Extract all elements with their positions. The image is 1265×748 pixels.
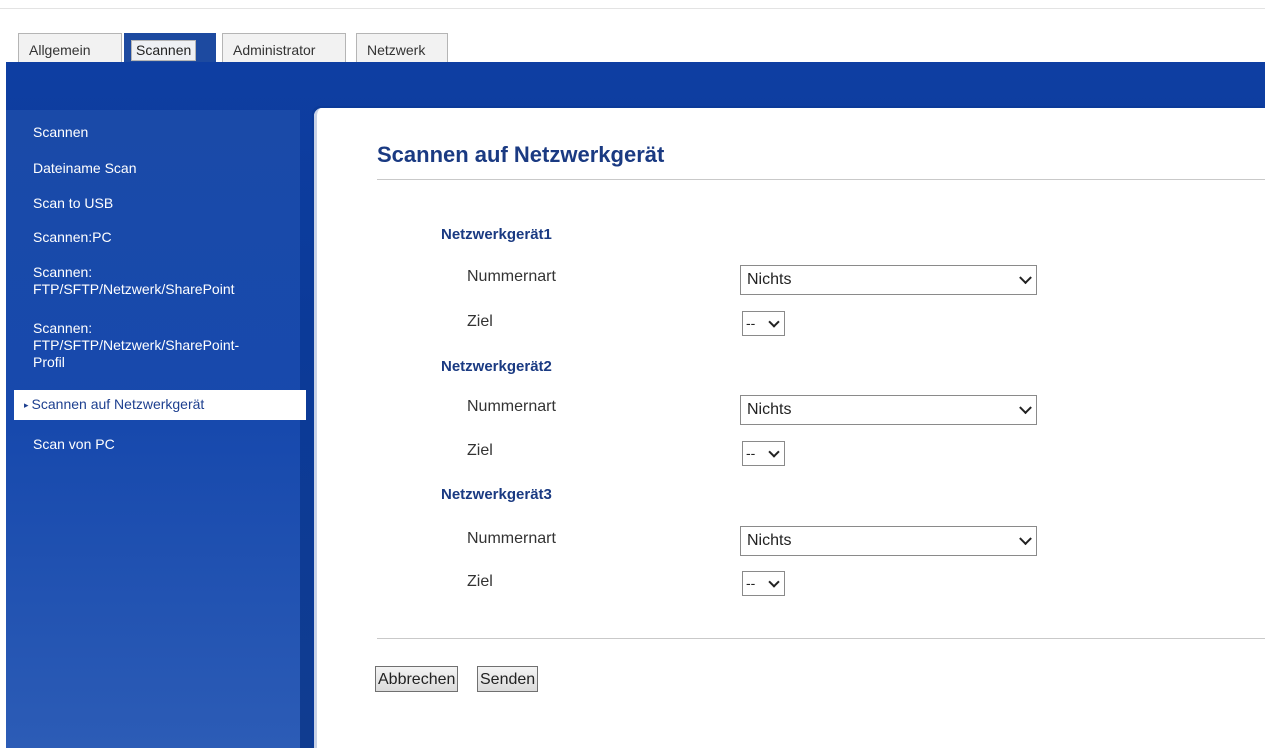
chevron-down-icon xyxy=(768,445,780,458)
target-select-2[interactable]: -- xyxy=(742,441,785,466)
number-type-select-1[interactable]: Nichts xyxy=(740,265,1037,295)
select-value: Nichts xyxy=(747,271,792,288)
select-value: -- xyxy=(746,445,756,461)
sidebar-item-scannen-auf-netzwerkgeraet[interactable]: ▸ Scannen auf Netzwerkgerät xyxy=(14,390,306,420)
select-value: Nichts xyxy=(747,532,792,549)
number-type-label: Nummernart xyxy=(467,530,556,547)
tab-label: Scannen xyxy=(131,40,197,61)
target-label: Ziel xyxy=(467,442,493,459)
sidebar-item-label: Scan von PC xyxy=(33,436,115,452)
target-label: Ziel xyxy=(467,313,493,330)
sidebar-item-scannen-pc[interactable]: Scannen:PC xyxy=(33,229,295,246)
chevron-down-icon xyxy=(768,575,780,588)
content-inner: Scannen auf Netzwerkgerät Netzwerkgerät1… xyxy=(314,108,1265,748)
chevron-down-icon xyxy=(1019,532,1032,546)
number-type-select-2[interactable]: Nichts xyxy=(740,395,1037,425)
caret-right-icon: ▸ xyxy=(24,400,29,410)
sidebar-item-label: Scannen auf Netzwerkgerät xyxy=(31,396,205,412)
number-type-label: Nummernart xyxy=(467,268,556,285)
section-heading-netzwerkgeraet2: Netzwerkgerät2 xyxy=(441,358,552,375)
number-type-select-3[interactable]: Nichts xyxy=(740,526,1037,556)
page: Allgemein Scannen Administrator Netzwerk… xyxy=(0,0,1265,748)
sidebar-item-scannen-ftp[interactable]: Scannen: FTP/SFTP/Netzwerk/SharePoint xyxy=(33,264,295,298)
sidebar-item-label-line2: FTP/SFTP/Netzwerk/SharePoint- xyxy=(33,337,240,353)
select-value: -- xyxy=(746,315,756,331)
sidebar-item-scannen[interactable]: Scannen xyxy=(33,124,295,141)
sidebar-item-dateiname-scan[interactable]: Dateiname Scan xyxy=(33,160,295,177)
section-heading-netzwerkgeraet1: Netzwerkgerät1 xyxy=(441,226,552,243)
sidebar-item-label-line3: Profil xyxy=(33,354,65,370)
sidebar-item-label: Scannen:PC xyxy=(33,229,112,245)
sidebar-item-label-line1: Scannen: xyxy=(33,264,93,280)
sidebar-item-label: Scannen xyxy=(33,124,89,140)
section-heading-netzwerkgeraet3: Netzwerkgerät3 xyxy=(441,486,552,503)
divider xyxy=(377,179,1265,180)
tab-label: Netzwerk xyxy=(367,42,426,58)
cancel-button[interactable]: Abbrechen xyxy=(375,666,459,692)
sidebar-item-label: Scan to USB xyxy=(33,195,114,211)
chevron-down-icon xyxy=(1019,401,1032,415)
target-label: Ziel xyxy=(467,573,493,590)
chevron-down-icon xyxy=(768,315,780,328)
sidebar-item-scannen-ftp-profil[interactable]: Scannen: FTP/SFTP/Netzwerk/SharePoint- P… xyxy=(33,320,295,371)
sidebar-item-scan-to-usb[interactable]: Scan to USB xyxy=(33,195,295,212)
content-panel: Scannen auf Netzwerkgerät Netzwerkgerät1… xyxy=(314,108,1265,748)
sidebar: Scannen Dateiname Scan Scan to USB Scann… xyxy=(6,110,306,748)
target-select-1[interactable]: -- xyxy=(742,311,785,336)
sidebar-item-label: Dateiname Scan xyxy=(33,160,137,176)
page-title: Scannen auf Netzwerkgerät xyxy=(377,142,665,167)
submit-button[interactable]: Senden xyxy=(477,666,539,692)
chevron-down-icon xyxy=(1019,271,1032,285)
select-value: -- xyxy=(746,575,756,591)
tab-bar: Allgemein Scannen Administrator Netzwerk xyxy=(0,8,1265,71)
tab-label: Allgemein xyxy=(29,42,91,58)
select-value: Nichts xyxy=(747,401,792,418)
sidebar-item-label-line2: FTP/SFTP/Netzwerk/SharePoint xyxy=(33,281,235,297)
divider xyxy=(377,638,1265,639)
target-select-3[interactable]: -- xyxy=(742,571,785,596)
tab-label: Administrator xyxy=(233,42,316,58)
sidebar-item-scan-von-pc[interactable]: Scan von PC xyxy=(33,436,295,453)
number-type-label: Nummernart xyxy=(467,398,556,415)
sidebar-item-label-line1: Scannen: xyxy=(33,320,93,336)
